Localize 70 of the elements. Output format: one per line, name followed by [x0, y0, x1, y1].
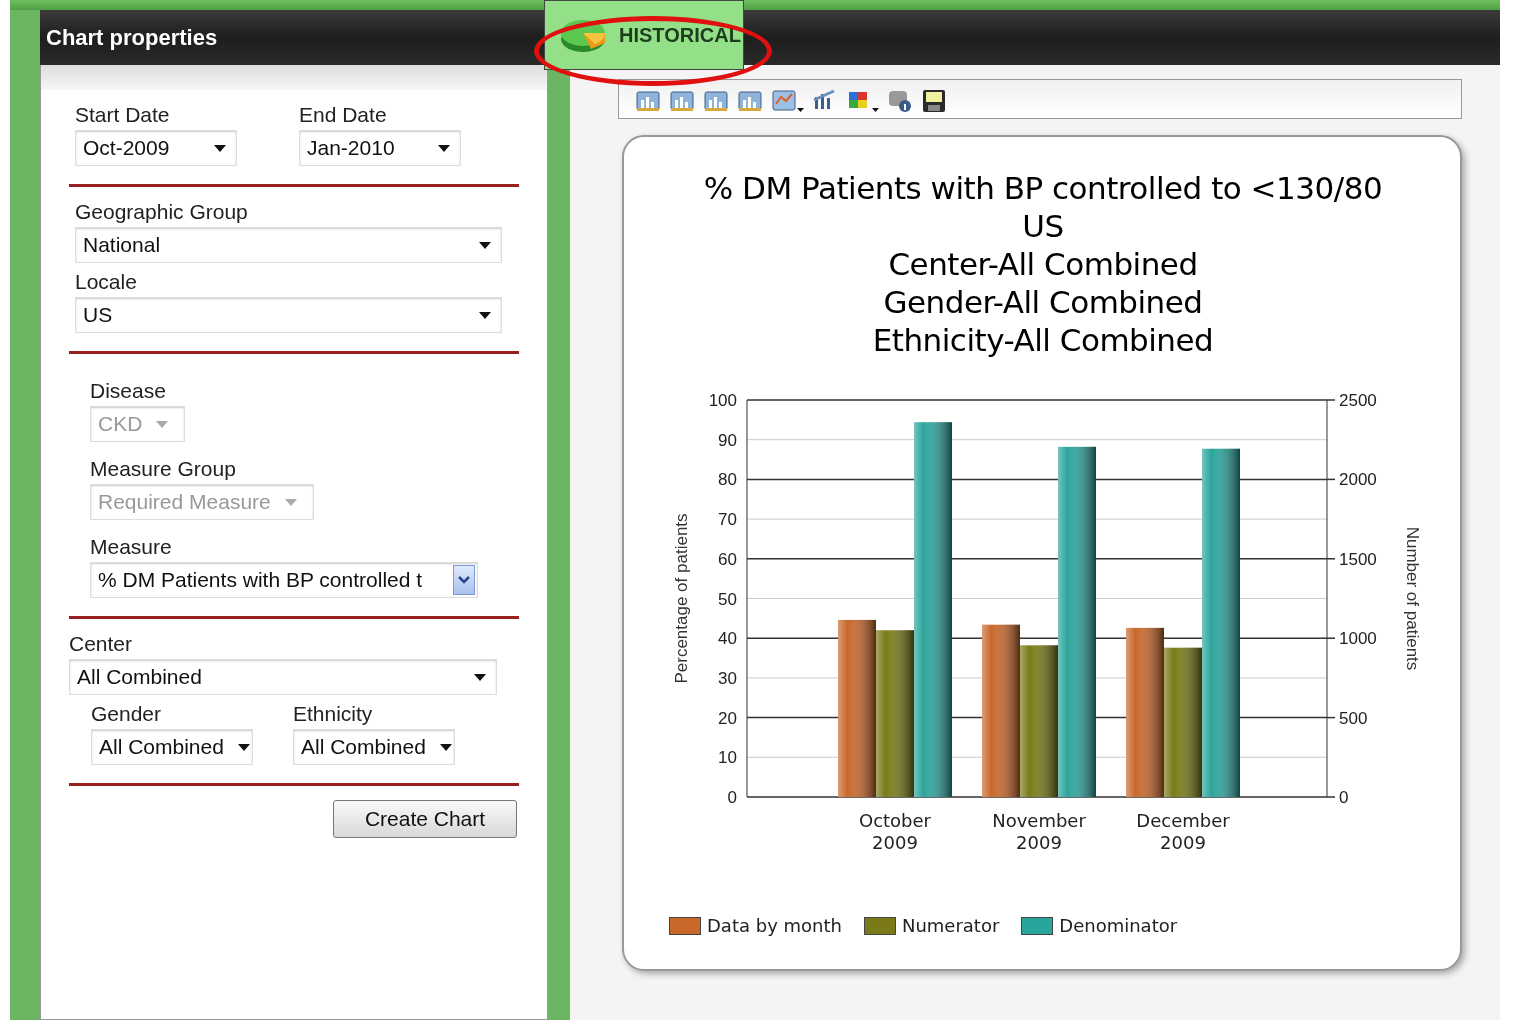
caret-icon [797, 108, 804, 112]
field-label: Measure [90, 534, 173, 560]
dropdown[interactable]: US [75, 297, 502, 333]
field-label: Start Date [75, 102, 171, 128]
axis-tick-label: 70 [718, 510, 737, 530]
field-label: Locale [75, 269, 138, 295]
dropdown[interactable]: All Combined [293, 729, 455, 765]
axis-tick-label: 1500 [1339, 549, 1377, 569]
chart-title: Gender-All Combined [883, 283, 1203, 321]
create-chart-button[interactable]: Create Chart [333, 800, 517, 838]
caret-icon [453, 565, 475, 595]
caret-icon [156, 420, 169, 428]
save-icon [921, 88, 947, 114]
info-icon [887, 88, 913, 114]
dropdown[interactable]: All Combined [69, 659, 497, 695]
axis-tick-label: 20 [718, 708, 737, 728]
axis-tick-label: 40 [718, 629, 737, 649]
caret-icon [439, 743, 452, 751]
axis-category-label: November 2009 [992, 810, 1086, 853]
legend-label: Numerator [901, 914, 1000, 938]
dropdown[interactable]: All Combined [91, 729, 253, 765]
caret-icon [872, 108, 879, 112]
axis-tick-label: 100 [708, 391, 737, 410]
bar-chart-icon [737, 88, 763, 114]
axis-category-label: October 2009 [859, 810, 931, 853]
field-label: Gender [91, 701, 163, 727]
axis-tick-label: 1000 [1339, 629, 1377, 649]
tab[interactable]: HISTORICAL [544, 0, 744, 70]
axis-tick-label: 0 [1339, 788, 1349, 807]
axis-tick-label: 0 [727, 788, 737, 807]
legend-label: Data by month [707, 914, 842, 938]
chart-title: Center-All Combined [888, 245, 1198, 283]
axis-tick-label: 2500 [1339, 391, 1377, 410]
axis-tick-label: 500 [1339, 708, 1368, 728]
caret-icon [479, 241, 491, 249]
dropdown[interactable]: Oct-2009 [75, 130, 237, 166]
axis-tick-label: 90 [718, 430, 737, 450]
axis-tick-label: 30 [718, 668, 737, 688]
chart-title: US [1022, 207, 1064, 245]
chart-title: % DM Patients with BP controlled to <130/80 [703, 169, 1383, 207]
caret-icon [214, 144, 226, 152]
dropdown[interactable]: % DM Patients with BP controlled t [90, 562, 478, 598]
axis-tick-label: 10 [718, 748, 737, 768]
dropdown[interactable]: Jan-2010 [299, 130, 461, 166]
axis-tick-label: 50 [718, 589, 737, 609]
line-chart-icon [771, 88, 797, 114]
panel-title: Chart properties [45, 24, 218, 52]
axis-tick-label: 2000 [1339, 470, 1377, 490]
bar-chart-icon [703, 88, 729, 114]
caret-icon [438, 144, 450, 152]
axis-title: Percentage of patients [672, 513, 691, 684]
field-label: Measure Group [90, 456, 237, 482]
caret-icon [237, 743, 250, 751]
axis-category-label: December 2009 [1136, 810, 1230, 853]
axis-tick-label: 80 [718, 470, 737, 490]
caret-icon [284, 498, 297, 506]
field-label: Disease [90, 378, 167, 404]
bar-chart-icon [669, 88, 695, 114]
dropdown[interactable]: National [75, 227, 502, 263]
caret-icon [479, 311, 491, 319]
caret-icon [474, 673, 486, 681]
field-label: Center [69, 631, 134, 657]
chart-title: Ethnicity-All Combined [872, 321, 1214, 359]
bar-chart-icon [635, 88, 661, 114]
field-label: Ethnicity [293, 701, 374, 727]
field-label: End Date [299, 102, 388, 128]
legend-label: Denominator [1059, 914, 1178, 938]
field-label: Geographic Group [75, 199, 249, 225]
axis-tick-label: 60 [718, 549, 737, 569]
axis-title: Number of patients [1403, 526, 1422, 671]
